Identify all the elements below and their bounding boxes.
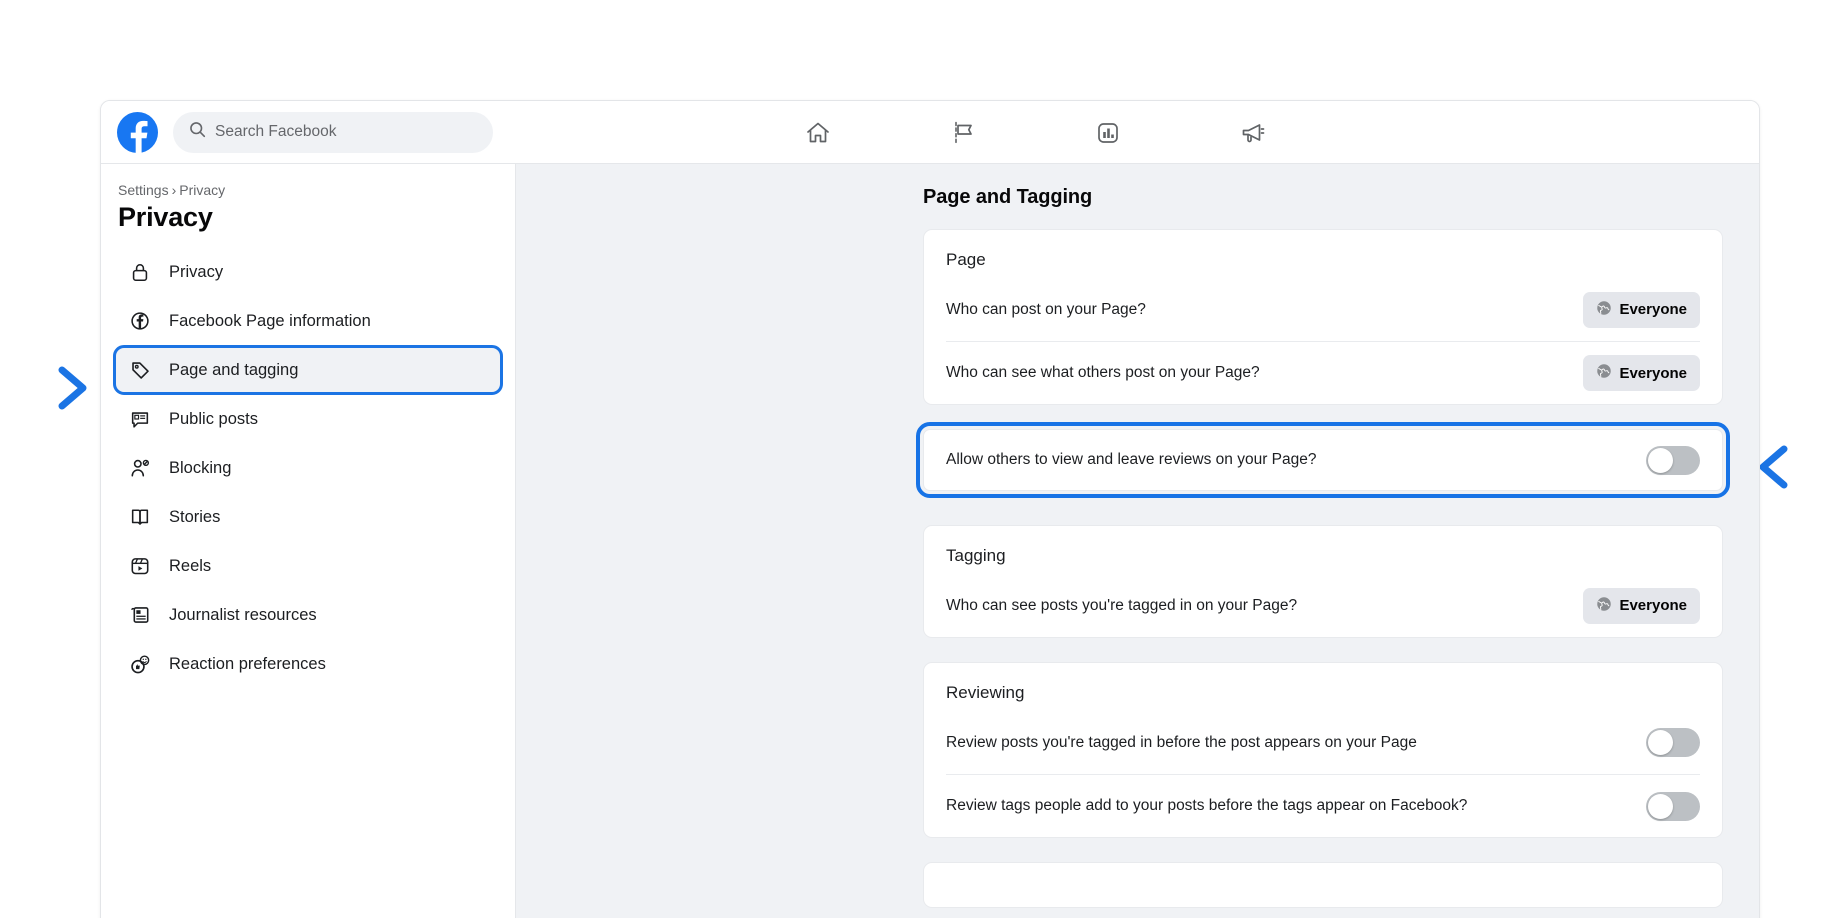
breadcrumb-separator: ›	[171, 182, 177, 198]
page-title: Privacy	[118, 202, 213, 232]
sidebar-item-stories[interactable]: Stories	[115, 494, 501, 540]
breadcrumb: Settings › Privacy	[118, 182, 501, 198]
top-nav-icon-group	[801, 101, 1270, 164]
audience-selector-button[interactable]: Everyone	[1583, 291, 1700, 328]
insights-icon[interactable]	[1091, 116, 1125, 150]
globe-icon	[1596, 596, 1612, 616]
setting-label: Who can see what others post on your Pag…	[946, 364, 1260, 381]
reels-icon	[127, 553, 153, 579]
audience-selector-button[interactable]: Everyone	[1583, 355, 1700, 391]
setting-label: Allow others to view and leave reviews o…	[946, 451, 1317, 468]
book-icon	[127, 504, 153, 530]
setting-row-allow-reviews: Allow others to view and leave reviews o…	[946, 430, 1700, 490]
search-icon	[189, 121, 206, 143]
setting-label: Who can see posts you're tagged in on yo…	[946, 596, 1298, 614]
breadcrumb-root[interactable]: Settings	[118, 182, 169, 198]
card-title: Page	[946, 250, 986, 269]
audience-value: Everyone	[1619, 301, 1687, 318]
page-settings-card: Page Who can post on your Page? Everyone…	[923, 229, 1723, 405]
lock-icon	[127, 259, 153, 285]
megaphone-icon[interactable]	[1236, 116, 1270, 150]
toggle-knob	[1648, 447, 1673, 473]
sidebar-item-label: Blocking	[169, 458, 232, 477]
next-settings-card-partial	[923, 862, 1723, 908]
toggle-knob	[1648, 793, 1673, 819]
audience-selector-button[interactable]: Everyone	[1583, 587, 1700, 624]
setting-row-review-tagged-posts: Review posts you're tagged in before the…	[946, 711, 1700, 774]
settings-sidebar: Settings › Privacy Privacy Privacy Faceb…	[101, 164, 516, 918]
tagging-settings-card: Tagging Who can see posts you're tagged …	[923, 525, 1723, 638]
globe-icon	[1596, 363, 1612, 383]
section-heading: Page and Tagging	[923, 186, 1093, 208]
screenshot-stage: Search Facebook Settings › Privacy Priva…	[0, 0, 1840, 918]
sidebar-item-label: Stories	[169, 507, 221, 526]
setting-row-who-can-see-tagged-posts: Who can see posts you're tagged in on yo…	[946, 574, 1700, 637]
sidebar-item-blocking[interactable]: Blocking	[115, 445, 501, 491]
setting-label: Review tags people add to your posts bef…	[946, 797, 1468, 814]
toggle-knob	[1648, 730, 1673, 755]
sidebar-item-facebook-page-information[interactable]: Facebook Page information	[115, 298, 501, 344]
top-navigation-bar: Search Facebook	[101, 101, 1759, 164]
content-area: Settings › Privacy Privacy Privacy Faceb…	[101, 164, 1759, 918]
user-block-icon	[127, 455, 153, 481]
flag-icon[interactable]	[946, 116, 980, 150]
sidebar-item-label: Page and tagging	[169, 360, 299, 379]
sidebar-item-label: Journalist resources	[169, 605, 317, 624]
sidebar-item-label: Reels	[169, 556, 212, 575]
sidebar-item-reaction-preferences[interactable]: Reaction preferences	[115, 641, 501, 687]
sidebar-nav-list: Privacy Facebook Page information Page a…	[113, 249, 503, 687]
reaction-icon	[127, 651, 153, 677]
news-icon	[127, 602, 153, 628]
comment-icon	[127, 406, 153, 432]
sidebar-item-label: Privacy	[169, 262, 224, 281]
sidebar-item-page-and-tagging[interactable]: Page and tagging	[113, 345, 503, 395]
setting-row-review-tags: Review tags people add to your posts bef…	[946, 774, 1700, 837]
breadcrumb-current: Privacy	[179, 182, 226, 198]
sidebar-item-label: Reaction preferences	[169, 654, 326, 673]
sidebar-item-journalist-resources[interactable]: Journalist resources	[115, 592, 501, 638]
sidebar-item-privacy[interactable]: Privacy	[115, 249, 501, 295]
setting-row-who-can-post: Who can post on your Page? Everyone	[946, 278, 1700, 341]
sidebar-item-label: Public posts	[169, 409, 258, 428]
tag-icon	[127, 357, 153, 383]
pointer-arrow-to-reviews-toggle	[1758, 437, 1840, 502]
pointer-arrow-to-page-and-tagging	[0, 358, 100, 423]
facebook-circle-icon	[127, 308, 153, 334]
search-placeholder-text: Search Facebook	[215, 123, 337, 140]
facebook-settings-window: Search Facebook Settings › Privacy Priva…	[100, 100, 1760, 918]
setting-row-who-can-see-others-posts: Who can see what others post on your Pag…	[946, 341, 1700, 404]
facebook-logo-icon[interactable]	[117, 111, 158, 153]
setting-row-partial	[946, 863, 1700, 907]
globe-icon	[1596, 300, 1612, 320]
home-icon[interactable]	[801, 116, 835, 150]
sidebar-item-reels[interactable]: Reels	[115, 543, 501, 589]
search-input[interactable]: Search Facebook	[173, 111, 493, 153]
audience-value: Everyone	[1619, 364, 1687, 382]
setting-label: Review posts you're tagged in before the…	[946, 733, 1417, 751]
card-title: Reviewing	[946, 683, 1025, 702]
reviewing-settings-card: Reviewing Review posts you're tagged in …	[923, 662, 1723, 838]
setting-label: Who can post on your Page?	[946, 300, 1146, 318]
review-tagged-posts-toggle[interactable]	[1646, 728, 1700, 757]
settings-main-panel: Page and Tagging Page Who can post on yo…	[516, 164, 1759, 918]
allow-reviews-toggle[interactable]	[1646, 445, 1700, 475]
audience-value: Everyone	[1619, 597, 1687, 614]
reviews-setting-card-highlighted: Allow others to view and leave reviews o…	[916, 422, 1730, 498]
sidebar-item-public-posts[interactable]: Public posts	[115, 396, 501, 442]
review-tags-toggle[interactable]	[1646, 791, 1700, 821]
settings-content-column: Page and Tagging Page Who can post on yo…	[916, 186, 1730, 908]
sidebar-item-label: Facebook Page information	[169, 311, 371, 330]
card-title: Tagging	[946, 546, 1006, 565]
